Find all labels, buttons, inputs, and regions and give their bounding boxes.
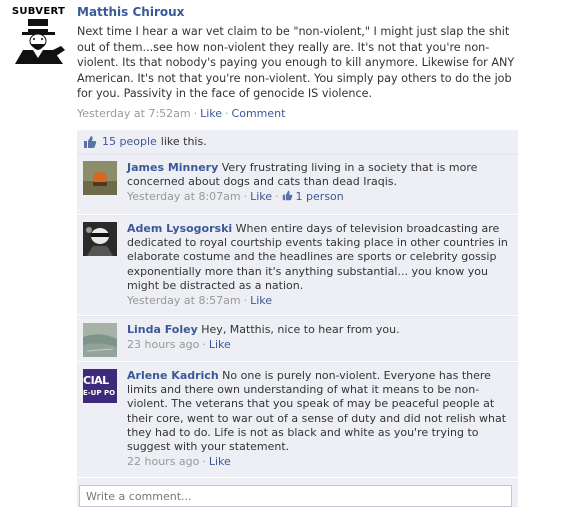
separator-dot: · [202,338,206,352]
commenter-name[interactable]: Arlene Kadrich [127,369,219,382]
comment-body: James Minnery Very frustrating living in… [127,155,518,205]
likes-summary: 15 people like this. [77,130,518,154]
commenter-avatar[interactable] [83,161,117,195]
comment-like-link[interactable]: Like [209,455,231,468]
landscape-photo-icon [83,323,117,357]
separator-dot: · [243,294,248,308]
commenter-name[interactable]: Adem Lysogorski [127,222,232,235]
comment-body: Adem Lysogorski When entire days of tele… [127,216,518,308]
likes-suffix: like this. [160,135,207,148]
comment-meta: 22 hours ago · Like [127,455,512,469]
thumbs-up-icon [84,135,97,148]
avatar-sign-text-bottom: E-UP PO [83,389,116,397]
comment-timestamp[interactable]: 23 hours ago [127,338,199,351]
thumbs-up-icon [282,191,292,201]
separator-dot: · [193,107,198,120]
commenter-avatar[interactable] [83,323,117,357]
orange-object-photo-icon [83,161,117,195]
post-text: Next time I hear a war vet claim to be "… [77,25,515,101]
comment-item: Linda Foley Hey, Matthis, nice to hear f… [77,316,518,362]
comment-meta: Yesterday at 8:57am · Like [127,294,512,308]
separator-dot: · [202,455,206,469]
post-timestamp[interactable]: Yesterday at 7:52am [77,107,191,120]
comment-item: James Minnery Very frustrating living in… [77,154,518,215]
comment-body: Arlene Kadrich No one is purely non-viol… [127,363,518,469]
post-like-link[interactable]: Like [200,107,222,120]
uncle-sam-icon [9,18,68,64]
separator-dot: · [243,190,248,204]
post-author-name[interactable]: Matthis Chiroux [77,5,184,19]
comment-body: Linda Foley Hey, Matthis, nice to hear f… [127,317,518,352]
comment-like-link[interactable]: Like [209,338,231,351]
dark-figure-photo-icon [83,222,117,256]
comment-text: Hey, Matthis, nice to hear from you. [201,323,400,336]
commenter-name[interactable]: Linda Foley [127,323,198,336]
comment-likes-count[interactable]: 1 person [296,190,344,203]
post-meta: Yesterday at 7:52am · Like · Comment [77,107,285,120]
separator-dot: · [225,107,229,120]
comment-meta: 23 hours ago · Like [127,338,512,352]
commenter-name[interactable]: James Minnery [127,161,218,174]
comments-section: 15 people like this. James Minnery Very … [77,130,518,478]
commenter-avatar[interactable]: CIAL E-UP PO [83,369,117,403]
author-avatar[interactable]: SUBVERT [9,6,68,64]
commenter-avatar[interactable] [83,222,117,256]
comment-timestamp[interactable]: Yesterday at 8:57am [127,294,241,307]
comment-like-link[interactable]: Like [250,294,272,307]
comment-timestamp[interactable]: 22 hours ago [127,455,199,468]
comment-like-link[interactable]: Like [250,190,272,203]
write-comment-input[interactable]: Write a comment... [79,485,512,507]
comment-item: CIAL E-UP PO Arlene Kadrich No one is pu… [77,362,518,478]
comment-meta: Yesterday at 8:07am · Like · 1 person [127,190,512,204]
post-comment-link[interactable]: Comment [232,107,286,120]
avatar-sign-text-top: CIAL [83,374,109,387]
comment-timestamp[interactable]: Yesterday at 8:07am [127,190,241,203]
comment-item: Adem Lysogorski When entire days of tele… [77,215,518,316]
likes-count-link[interactable]: 15 people [102,135,157,148]
separator-dot: · [275,190,279,204]
